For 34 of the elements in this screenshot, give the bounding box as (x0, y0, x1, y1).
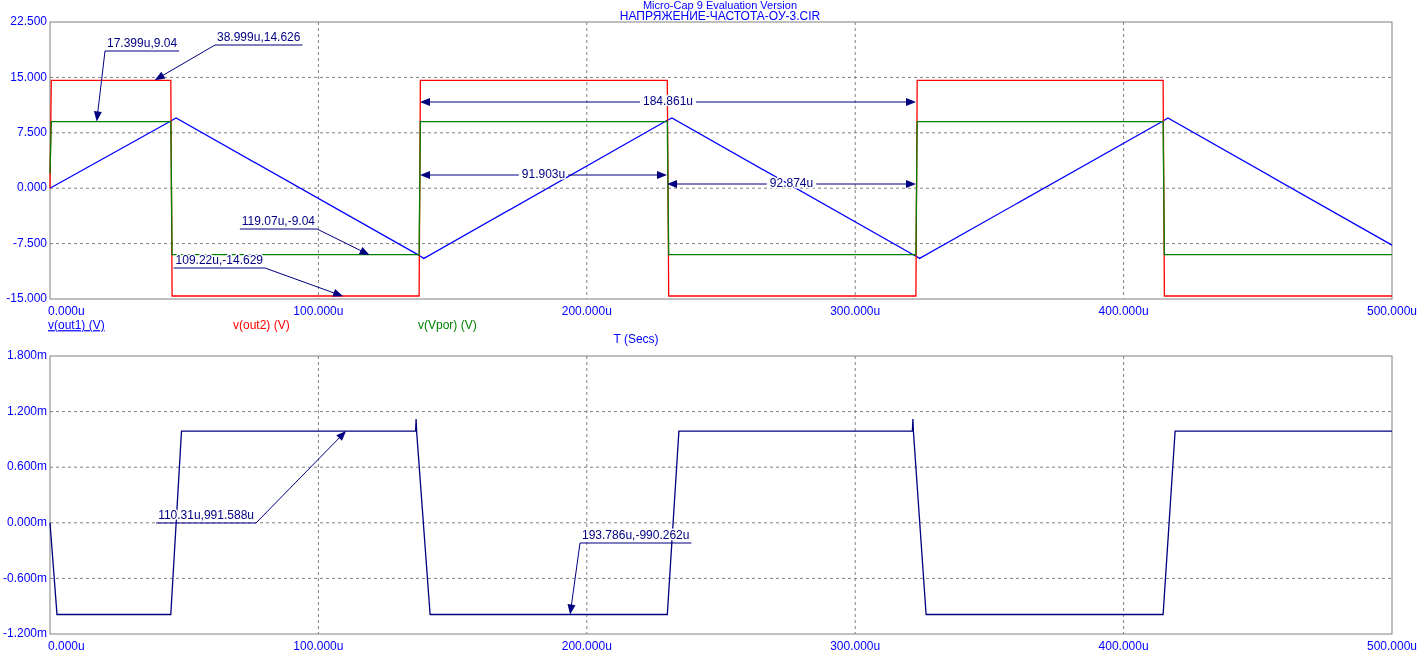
callout-label: 109.22u,-14.629 (175, 253, 263, 267)
y-tick-label: 0.600m (6, 459, 47, 474)
x-tick-label: 0.000u (48, 639, 85, 653)
x-tick-label: 400.000u (1098, 304, 1149, 319)
y-tick-label: 0.000m (6, 514, 47, 529)
y-tick-label: -1.200m (2, 626, 47, 641)
callout-label: 17.399u,9.04 (107, 36, 178, 50)
x-tick-label: 100.000u (293, 304, 344, 319)
legend-label[interactable]: v(Vpor) (V) (418, 318, 477, 333)
x-tick-label: 200.000u (561, 304, 612, 319)
x-tick-label: 200.000u (561, 639, 612, 653)
x-tick-label: 300.000u (830, 304, 881, 319)
x-axis-title: T (Secs) (613, 332, 659, 347)
x-tick-label: 500.000u (1366, 639, 1418, 653)
dimension-label: 91.903u (521, 167, 566, 182)
callout-label: 119.07u,-9.04 (241, 214, 315, 228)
callout-label: 38.999u,14.626 (217, 30, 301, 44)
x-tick-label: 0.000u (48, 304, 85, 319)
y-tick-label: -7.500 (12, 235, 47, 250)
y-tick-label: 1.800m (6, 348, 47, 363)
y-tick-label: 22.500 (10, 14, 47, 29)
y-tick-label: 7.500 (16, 124, 47, 139)
y-tick-label: -0.600m (2, 570, 47, 585)
x-tick-label: 500.000u (1366, 304, 1418, 319)
y-tick-label: -15.000 (6, 291, 47, 306)
x-tick-label: 100.000u (293, 639, 344, 653)
y-tick-label: 0.000 (16, 180, 47, 195)
legend-label[interactable]: v(out2) (V) (233, 318, 290, 333)
x-tick-label: 300.000u (830, 639, 881, 653)
y-tick-label: 1.200m (6, 403, 47, 418)
x-tick-label: 400.000u (1098, 639, 1149, 653)
product-title: Micro-Cap 9 Evaluation Version (642, 0, 798, 11)
y-tick-label: 15.000 (10, 69, 47, 84)
legend-label[interactable]: v(out1) (V) (48, 318, 105, 333)
